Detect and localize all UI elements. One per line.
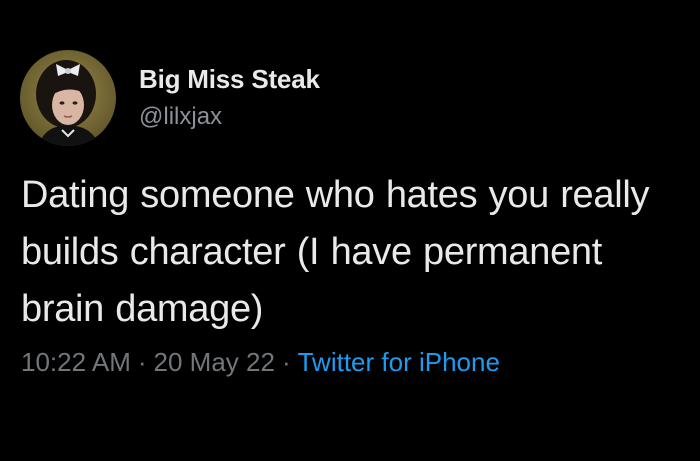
author-info: Big Miss Steak @lilxjax bbox=[139, 64, 320, 131]
avatar[interactable] bbox=[20, 50, 116, 146]
tweet-meta: 10:22 AM · 20 May 22 · Twitter for iPhone bbox=[21, 344, 500, 380]
author-handle[interactable]: @lilxjax bbox=[139, 103, 320, 131]
author-display-name[interactable]: Big Miss Steak bbox=[139, 64, 320, 94]
tweet-card: Big Miss Steak @lilxjax Dating someone w… bbox=[0, 0, 700, 461]
meta-separator: · bbox=[137, 347, 147, 377]
tweet-date[interactable]: 20 May 22 bbox=[154, 347, 275, 377]
tweet-time[interactable]: 10:22 AM bbox=[21, 347, 131, 377]
avatar-photo-icon bbox=[20, 50, 116, 146]
meta-separator: · bbox=[281, 347, 291, 377]
tweet-header: Big Miss Steak @lilxjax bbox=[20, 50, 680, 146]
tweet-source-link[interactable]: Twitter for iPhone bbox=[298, 347, 500, 377]
tweet-text: Dating someone who hates you really buil… bbox=[21, 174, 650, 330]
